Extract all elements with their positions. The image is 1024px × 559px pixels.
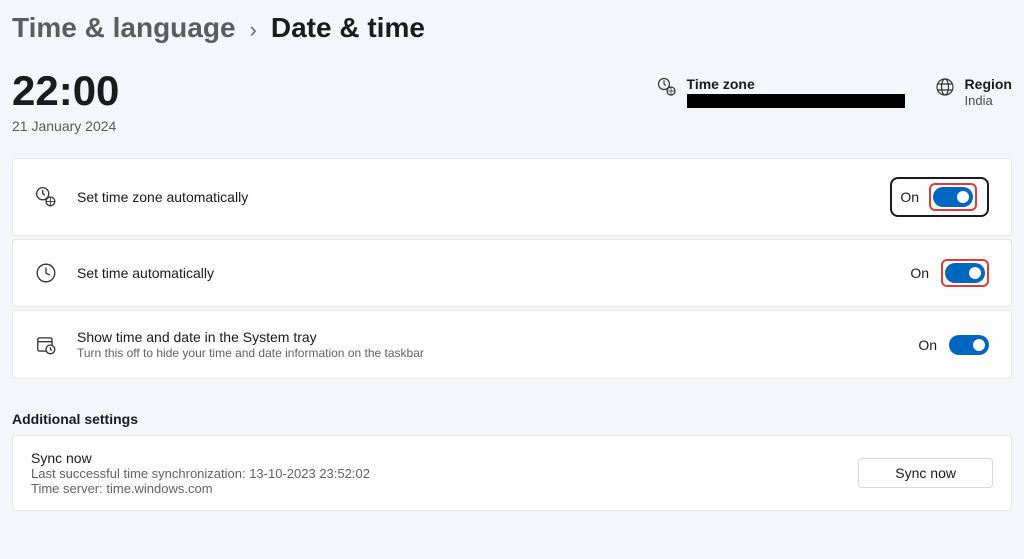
timezone-label: Time zone [687,76,905,92]
globe-icon [935,77,955,97]
sync-now-button[interactable]: Sync now [858,458,993,488]
setting-title: Set time automatically [77,265,890,281]
setting-auto-timezone: Set time zone automatically On [12,158,1012,236]
timezone-value-redacted [687,94,905,108]
toggle-group: On [910,259,989,287]
sync-title: Sync now [31,450,838,466]
additional-settings-heading: Additional settings [12,411,1012,427]
timezone-info: Time zone [657,70,905,108]
clock-time: 22:00 [12,70,627,112]
setting-title: Set time zone automatically [77,189,870,205]
region-info: Region India [935,70,1012,108]
setting-subtitle: Turn this off to hide your time and date… [77,346,898,360]
clock-block: 22:00 21 January 2024 [12,70,627,134]
region-value: India [965,93,1012,108]
setting-auto-time: Set time automatically On [12,239,1012,307]
clock-globe-icon [35,186,57,208]
setting-title: Show time and date in the System tray [77,329,898,345]
toggle-group: On [918,335,989,355]
header-row: 22:00 21 January 2024 Time zone Regio [12,70,1012,134]
toggle-highlight [941,259,989,287]
breadcrumb-parent[interactable]: Time & language [12,12,236,44]
auto-time-toggle[interactable] [945,263,985,283]
clock-date: 21 January 2024 [12,118,627,134]
sync-last: Last successful time synchronization: 13… [31,466,838,481]
chevron-right-icon: › [250,17,257,43]
system-tray-toggle[interactable] [949,335,989,355]
toggle-state-label: On [918,337,937,353]
toggle-emphasis: On [890,177,989,217]
sync-server: Time server: time.windows.com [31,481,838,496]
auto-timezone-toggle[interactable] [933,187,973,207]
calendar-clock-icon [35,334,57,356]
setting-system-tray: Show time and date in the System tray Tu… [12,310,1012,379]
toggle-highlight [929,183,977,211]
sync-card: Sync now Last successful time synchroniz… [12,435,1012,511]
region-label: Region [965,76,1012,92]
clock-globe-icon [657,77,677,97]
clock-icon [35,262,57,284]
toggle-state-label: On [900,189,919,205]
breadcrumb: Time & language › Date & time [12,12,1012,44]
breadcrumb-current: Date & time [271,12,425,44]
toggle-state-label: On [910,265,929,281]
